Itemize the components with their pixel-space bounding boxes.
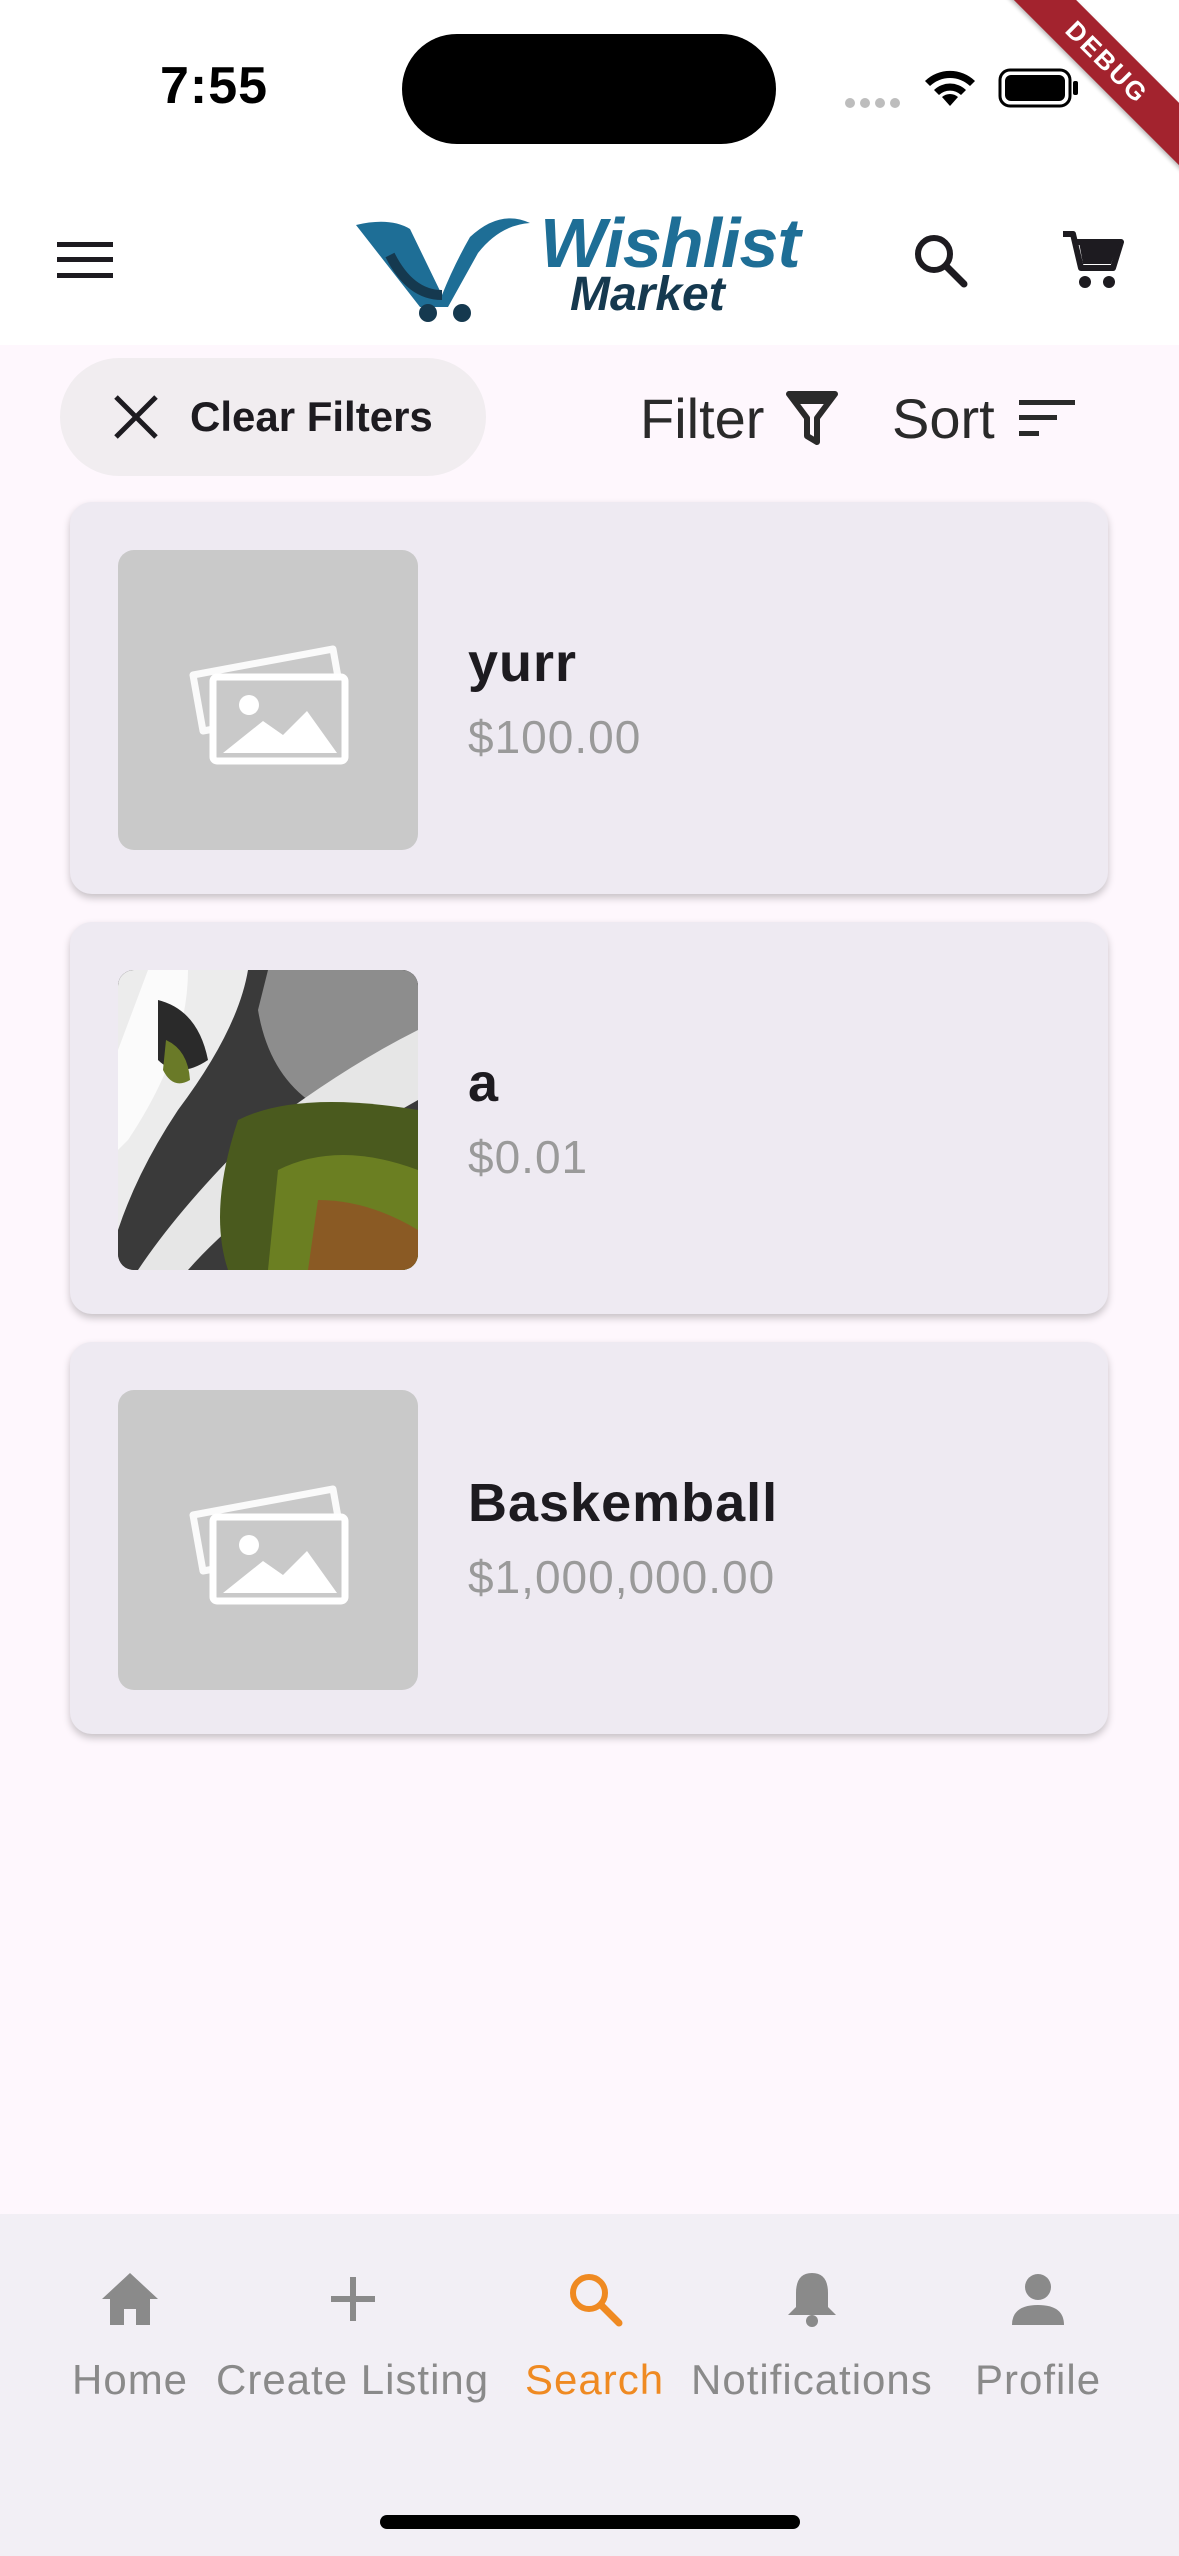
listing-price: $1,000,000.00 [468,1551,776,1603]
listing-title: a [468,1053,500,1113]
clear-filters-label: Clear Filters [190,393,433,440]
close-icon [114,395,158,439]
listing-image [118,1390,418,1690]
sort-label: Sort [892,386,995,450]
listing-image [118,550,418,850]
home-indicator[interactable] [380,2515,800,2529]
status-bar: 7:55 DEBUG [0,0,1179,175]
listing-card[interactable]: Baskemball $1,000,000.00 [70,1342,1108,1734]
cart-button[interactable] [1048,215,1138,305]
plus-icon [330,2277,375,2321]
search-icon [915,235,968,288]
filter-label: Filter [640,386,765,450]
status-time: 7:55 [160,57,269,115]
nav-item-search[interactable]: Search [525,2264,664,2404]
logo-cart-icon [356,218,530,322]
listing-title: Baskemball [468,1473,779,1533]
shopping-cart-icon [1063,231,1124,288]
dynamic-island [402,34,776,144]
waterfall-photo [118,970,418,1270]
sort-icon [1018,400,1075,436]
cellular-signal-icon [845,95,905,108]
bell-icon [787,2273,836,2327]
logo-subtitle: Market [570,268,725,321]
app-logo[interactable]: Wishlist Market [350,195,801,325]
sort-button[interactable]: Sort [892,370,1075,466]
nav-label-create-listing: Create Listing [216,2356,490,2403]
listing-price: $0.01 [468,1131,589,1183]
search-icon [569,2274,623,2327]
home-icon [102,2273,159,2325]
nav-item-notifications[interactable]: Notifications [691,2264,933,2404]
battery-icon [998,68,1078,108]
nav-label-profile: Profile [975,2356,1102,2403]
listing-title: yurr [468,633,578,693]
app-bar: Wishlist Market [0,175,1179,345]
hamburger-menu-icon [57,242,113,278]
person-icon [1012,2274,1065,2325]
listing-card[interactable]: a $0.01 [70,922,1108,1314]
filter-button[interactable]: Filter [640,370,839,466]
menu-button[interactable] [40,215,130,305]
nav-item-profile[interactable]: Profile [975,2264,1101,2404]
nav-label-home: Home [72,2356,189,2403]
nav-label-search: Search [525,2356,665,2403]
placeholder-image-icon [189,1485,349,1605]
nav-label-notifications: Notifications [691,2356,933,2403]
search-button[interactable] [895,215,985,305]
clear-filters-button[interactable]: Clear Filters [60,358,486,476]
filter-funnel-icon [786,391,839,445]
nav-item-create-listing[interactable]: Create Listing [216,2264,489,2404]
wifi-icon [925,70,975,106]
placeholder-image-icon [189,645,349,765]
bottom-navigation-bar: Home Create Listing Search Notifications [0,2214,1179,2556]
nav-item-home[interactable]: Home [72,2264,188,2404]
listing-image [118,970,418,1270]
listing-price: $100.00 [468,711,642,763]
listing-card[interactable]: yurr $100.00 [70,502,1108,894]
